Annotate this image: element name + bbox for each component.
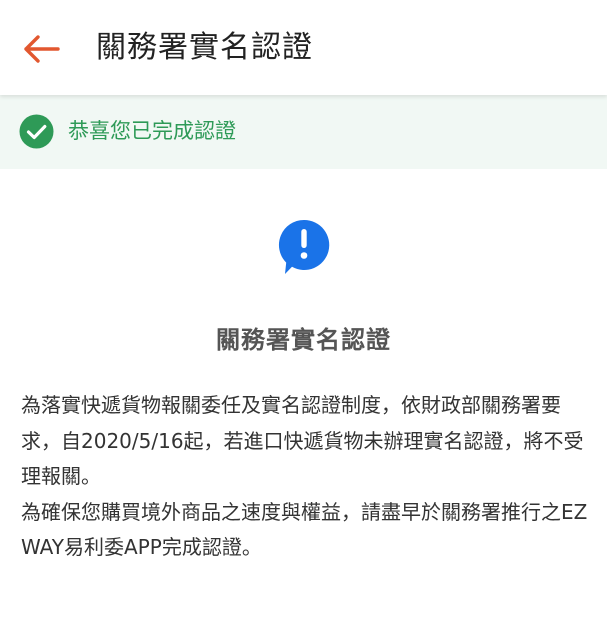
success-banner: 恭喜您已完成認證	[0, 95, 607, 169]
description-text: 為落實快遞貨物報關委任及實名認證制度，依財政部關務署要求，自2020/5/16起…	[21, 388, 593, 566]
page-title: 關務署實名認證	[96, 30, 313, 65]
description-paragraph: 為確保您購買境外商品之速度與權益，請盡早於關務署推行之EZ WAY易利委APP完…	[21, 499, 588, 560]
back-button[interactable]	[14, 24, 66, 76]
app-bar: 關務署實名認證	[0, 0, 607, 95]
description-paragraph: 為落實快遞貨物報關委任及實名認證制度，依財政部關務署要求，自2020/5/16起…	[21, 393, 584, 488]
section-title: 關務署實名認證	[216, 326, 391, 354]
arrow-left-icon	[24, 35, 60, 63]
check-circle-icon	[19, 114, 54, 149]
success-message: 恭喜您已完成認證	[68, 119, 236, 143]
info-speech-bubble-icon	[278, 219, 330, 274]
